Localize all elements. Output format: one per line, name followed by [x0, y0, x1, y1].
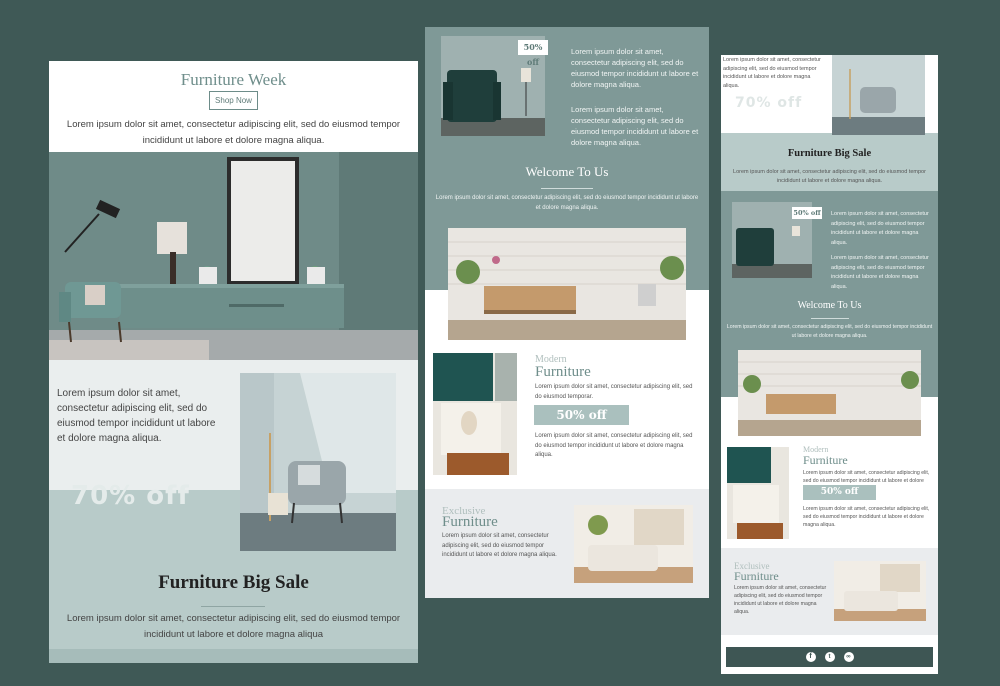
middle-modern-discount: 50% off: [534, 405, 629, 425]
right-welcome-title: Welcome To Us: [797, 300, 862, 311]
left-title: Furniture Week: [180, 70, 287, 89]
middle-modern-text: Lorem ipsum dolor sit amet, consectetur …: [535, 384, 693, 400]
right-exclusive-image: [834, 561, 926, 621]
right-badge: 50% off: [792, 207, 822, 219]
left-sale-title: Furniture Big Sale: [158, 572, 309, 593]
middle-welcome-title: Welcome To Us: [525, 164, 609, 179]
right-welcome-divider: [811, 318, 849, 319]
link-icon[interactable]: ∞: [843, 652, 854, 662]
left-intro-text: Lorem ipsum dolor sit amet, consectetur …: [66, 119, 401, 146]
twitter-icon[interactable]: t: [824, 652, 835, 662]
right-modern-discount: 50% off: [803, 485, 876, 500]
middle-email-preview: 50% off Lorem ipsum dolor sit amet, cons…: [425, 27, 709, 598]
left-bottom-band: [49, 649, 418, 663]
right-brick-wall-image: [738, 350, 921, 436]
right-armchair-image: [832, 55, 925, 135]
facebook-icon[interactable]: f: [805, 652, 816, 662]
armchair-room-image: [240, 373, 396, 551]
right-top-text: Lorem ipsum dolor sit amet, consectetur …: [723, 57, 821, 89]
middle-exclusive-title: Furniture: [442, 514, 498, 530]
shop-now-button[interactable]: Shop Now: [209, 91, 258, 110]
right-modern-title: Furniture: [803, 453, 848, 467]
right-sale-text: Lorem ipsum dolor sit amet, consectetur …: [733, 169, 926, 184]
left-discount-text: 70% off: [71, 481, 190, 511]
right-exclusive-title: Furniture: [734, 569, 779, 583]
right-modern-image: [727, 447, 789, 539]
middle-badge: 50% off: [518, 40, 548, 67]
hero-living-room-image: [49, 152, 418, 360]
left-sale-text: Lorem ipsum dolor sit amet, consectetur …: [66, 613, 401, 640]
right-discount-text: 70% off: [735, 95, 803, 111]
left-email-preview: Furniture Week Shop Now Lorem ipsum dolo…: [49, 61, 418, 663]
right-email-preview: Lorem ipsum dolor sit amet, consectetur …: [721, 55, 938, 674]
middle-exclusive-text: Lorem ipsum dolor sit amet, consectetur …: [442, 533, 557, 558]
middle-para-2: Lorem ipsum dolor sit amet, consectetur …: [571, 105, 699, 147]
exclusive-sofa-image: [574, 505, 693, 583]
middle-welcome-divider: [541, 188, 593, 189]
right-exclusive-text: Lorem ipsum dolor sit amet, consectetur …: [734, 585, 827, 615]
right-para-2: Lorem ipsum dolor sit amet, consectetur …: [831, 255, 929, 290]
brick-wall-room-image: [448, 228, 686, 340]
modern-furniture-image: [433, 353, 517, 475]
middle-modern-title: Furniture: [535, 364, 591, 380]
right-sale-title: Furniture Big Sale: [787, 148, 872, 159]
right-footer: f t ∞: [726, 647, 933, 667]
middle-welcome-text: Lorem ipsum dolor sit amet, consectetur …: [435, 195, 699, 211]
right-para-1: Lorem ipsum dolor sit amet, consectetur …: [831, 211, 929, 246]
right-modern-text-2: Lorem ipsum dolor sit amet, consectetur …: [803, 506, 930, 528]
right-welcome-text: Lorem ipsum dolor sit amet, consectetur …: [726, 324, 933, 339]
left-feature-text: Lorem ipsum dolor sit amet, consectetur …: [57, 388, 216, 444]
middle-para-1: Lorem ipsum dolor sit amet, consectetur …: [571, 47, 699, 89]
left-sale-divider: [201, 606, 265, 607]
middle-modern-text-2: Lorem ipsum dolor sit amet, consectetur …: [535, 433, 693, 458]
